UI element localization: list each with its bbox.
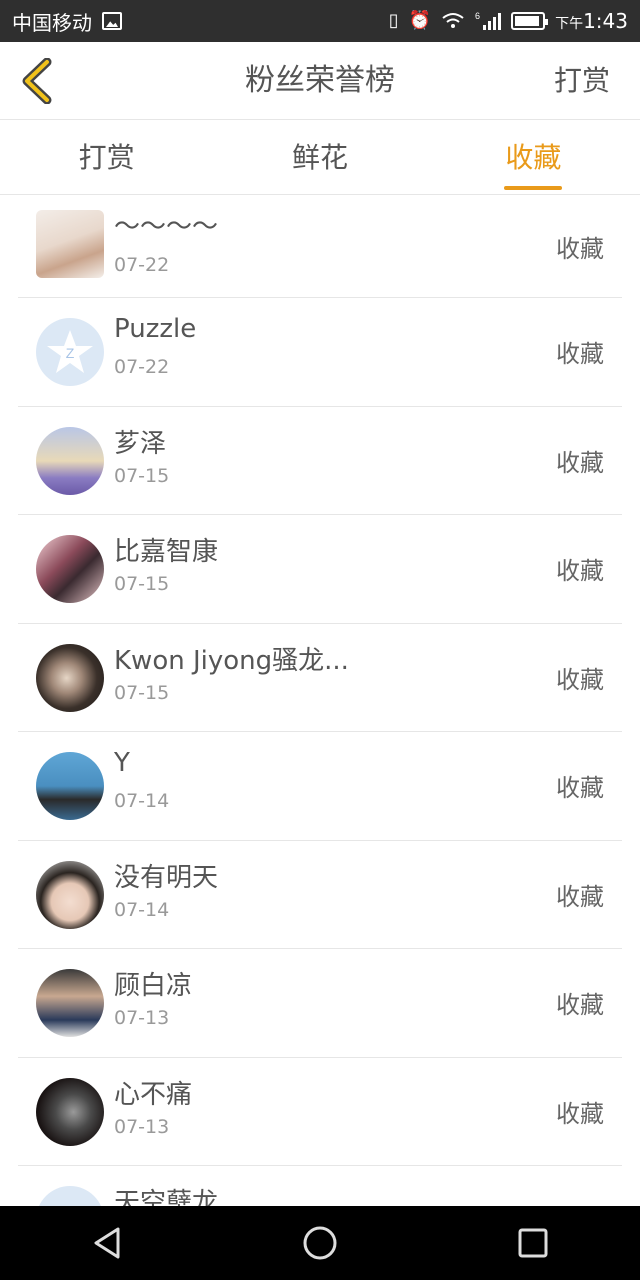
avatar	[36, 210, 104, 278]
gallery-notification-icon	[102, 12, 122, 30]
carrier-label: 中国移动	[12, 10, 92, 35]
fan-name: 心不痛	[114, 1079, 193, 1110]
fan-name: 芗泽	[114, 428, 167, 459]
fan-date: 07-22	[114, 356, 170, 378]
list-item[interactable]: 芗泽 07-15 收藏	[18, 407, 622, 515]
battery-icon	[511, 12, 549, 30]
circle-home-icon	[303, 1226, 337, 1260]
fan-name: Y	[114, 748, 130, 778]
list-item[interactable]: ～～～～ 07-22 收藏	[18, 196, 622, 298]
clock: 1:43	[583, 9, 628, 33]
reward-button[interactable]: 打赏	[554, 42, 610, 120]
fan-date: 07-15	[114, 464, 170, 487]
fan-action-label: 收藏	[556, 557, 604, 586]
fan-date: 07-14	[114, 898, 170, 921]
fan-name: 天空蘖龙	[114, 1188, 219, 1206]
wifi-icon	[442, 13, 464, 28]
fan-date: 07-13	[114, 1007, 170, 1029]
system-nav-bar	[0, 1206, 640, 1280]
time-prefix: 下午	[555, 16, 584, 32]
app-header: 粉丝荣誉榜 打赏	[0, 42, 640, 120]
avatar	[36, 535, 104, 603]
nav-home-button[interactable]	[290, 1213, 350, 1273]
avatar	[36, 1077, 104, 1146]
svg-text:6: 6	[475, 11, 480, 21]
nav-recents-button[interactable]	[503, 1213, 563, 1273]
fan-action-label: 收藏	[556, 235, 604, 263]
tab-collect[interactable]: 收藏	[427, 121, 640, 194]
fan-name: 比嘉智康	[114, 537, 219, 567]
svg-text:Z: Z	[66, 345, 75, 361]
avatar	[36, 860, 104, 929]
tab-bar: 打赏 鲜花 收藏	[0, 121, 640, 195]
vibrate-icon: ▯	[388, 10, 399, 31]
fan-action-label: 收藏	[556, 665, 604, 694]
status-bar: 中国移动 ▯ ⏰ 6 下午1:43	[0, 0, 640, 42]
fan-action-label: 收藏	[556, 448, 604, 477]
list-item[interactable]: 没有明天 07-14 收藏	[18, 841, 622, 949]
nav-back-button[interactable]	[77, 1213, 137, 1273]
fan-name: 没有明天	[114, 862, 219, 893]
list-item[interactable]: Z Puzzle 07-22 收藏	[18, 298, 622, 407]
list-item[interactable]: Y 07-14 收藏	[18, 732, 622, 841]
alarm-icon: ⏰	[408, 10, 432, 31]
fan-action-label: 收藏	[556, 991, 604, 1020]
fan-name: Kwon Jiyong骚龙...	[114, 645, 349, 676]
avatar	[36, 752, 104, 820]
avatar	[36, 426, 104, 495]
fan-name: ～～～～	[114, 212, 219, 242]
fan-list: ～～～～ 07-22 收藏 Z Puzzle 07-22 收藏 芗泽 07-15…	[0, 196, 640, 1206]
page-title: 粉丝荣誉榜	[245, 63, 395, 98]
list-item[interactable]: 心不痛 07-13 收藏	[18, 1058, 622, 1166]
fan-name: Puzzle	[114, 314, 197, 344]
list-item[interactable]: Kwon Jiyong骚龙... 07-15 收藏	[18, 624, 622, 732]
fan-date: 07-15	[114, 681, 170, 704]
default-avatar-icon: Z	[36, 318, 104, 386]
fan-action-label: 收藏	[556, 774, 604, 803]
list-item[interactable]: 顾白凉 07-13 收藏	[18, 949, 622, 1058]
list-item[interactable]: 天空蘖龙	[18, 1166, 622, 1206]
fan-date: 07-14	[114, 790, 170, 812]
avatar	[36, 643, 104, 712]
fan-date: 07-22	[114, 254, 170, 276]
cell-signal-icon: 6	[475, 11, 502, 30]
tab-reward[interactable]: 打赏	[0, 121, 213, 194]
fan-action-label: 收藏	[556, 882, 604, 911]
fan-action-label: 收藏	[556, 1099, 604, 1128]
list-item[interactable]: 比嘉智康 07-15 收藏	[18, 515, 622, 624]
fan-name: 顾白凉	[114, 971, 193, 1001]
fan-action-label: 收藏	[556, 340, 604, 369]
tab-flowers[interactable]: 鲜花	[213, 121, 426, 194]
fan-date: 07-13	[114, 1115, 170, 1138]
avatar	[36, 969, 104, 1037]
triangle-back-icon	[94, 1227, 120, 1259]
fan-date: 07-15	[114, 573, 170, 595]
default-avatar-icon	[36, 1186, 104, 1206]
square-recents-icon	[518, 1228, 548, 1258]
